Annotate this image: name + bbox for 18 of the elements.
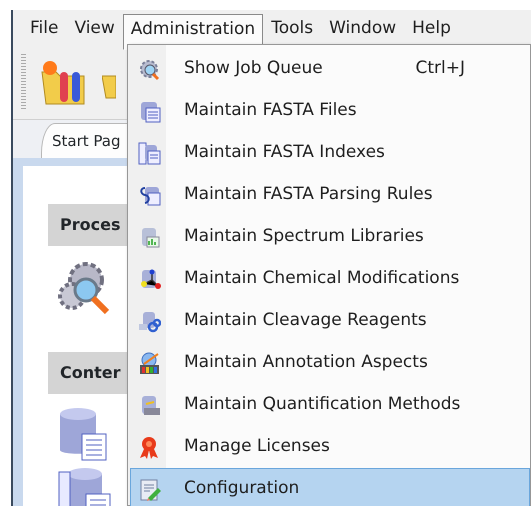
menu-bar-item[interactable]: View bbox=[66, 12, 123, 42]
reagent-device-icon bbox=[138, 310, 160, 332]
menu-bar-item[interactable]: Help bbox=[404, 12, 459, 42]
menu-item[interactable]: Show Job Queue Ctrl+J bbox=[130, 48, 530, 90]
menu-item[interactable]: Configuration bbox=[130, 468, 530, 506]
index-documents-icon bbox=[138, 142, 160, 164]
menu-bar-item[interactable]: File bbox=[22, 12, 66, 42]
menu-item[interactable]: Maintain Chemical Modifications bbox=[130, 258, 530, 300]
chart-globe-icon bbox=[138, 352, 160, 374]
gears-magnifier-icon bbox=[138, 58, 160, 80]
shortcut-label: Ctrl+J bbox=[415, 57, 465, 80]
edit-document-icon bbox=[138, 478, 160, 500]
menu-item[interactable]: Manage Licenses bbox=[130, 426, 530, 468]
menu-bar-item[interactable]: Window bbox=[321, 12, 404, 42]
menu-bar-item[interactable]: Tools bbox=[263, 12, 322, 42]
menu-item[interactable]: Maintain Cleavage Reagents bbox=[130, 300, 530, 342]
database-icon[interactable] bbox=[58, 406, 108, 462]
ribbon-award-icon bbox=[138, 436, 160, 458]
